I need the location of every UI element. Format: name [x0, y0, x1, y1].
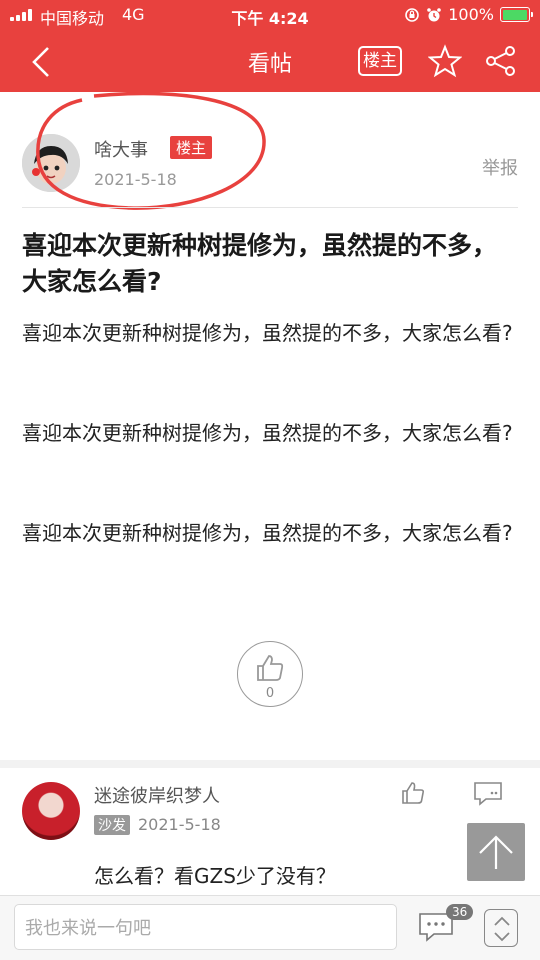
- post-paragraph: 喜迎本次更新种树提修为，虽然提的不多，大家怎么看?: [22, 521, 513, 545]
- floor-tag: 沙发: [94, 815, 130, 835]
- section-gap: [0, 760, 540, 768]
- star-icon[interactable]: [428, 44, 462, 78]
- alarm-icon: [427, 7, 442, 21]
- comment-count-badge: 36: [446, 904, 474, 920]
- comment-date: 2021-5-18: [138, 815, 221, 834]
- post-paragraph: 喜迎本次更新种树提修为，虽然提的不多，大家怎么看?: [22, 321, 513, 345]
- nav-bar: 看帖 楼主: [0, 30, 540, 92]
- like-button[interactable]: 0: [237, 641, 303, 707]
- comment-input[interactable]: 我也来说一句吧: [14, 904, 397, 950]
- arrow-up-icon: [479, 835, 513, 869]
- comment-item: 迷途彼岸织梦人 沙发 2021-5-18 怎么看？看GZS少了没有？: [0, 768, 540, 898]
- divider: [22, 207, 518, 208]
- thumbs-up-icon: [257, 655, 284, 681]
- like-count: 0: [265, 686, 275, 701]
- commenter-avatar[interactable]: [22, 782, 80, 840]
- header: 中国移动 4G 下午 4:24 100% 看帖 楼主: [0, 0, 540, 92]
- battery-percent: 100%: [448, 5, 494, 24]
- page-jump-button[interactable]: [484, 909, 518, 947]
- commenter-name[interactable]: 迷途彼岸织梦人: [94, 782, 220, 808]
- battery-icon: [500, 7, 533, 22]
- scroll-to-top-button[interactable]: [467, 823, 525, 881]
- author-row: 啥大事 楼主 2021-5-18 举报: [0, 92, 540, 210]
- up-down-icon: [494, 916, 510, 942]
- reply-icon[interactable]: [472, 780, 504, 806]
- bottom-bar: 我也来说一句吧 36: [0, 895, 540, 960]
- post-paragraph: 喜迎本次更新种树提修为，虽然提的不多，大家怎么看?: [22, 421, 513, 445]
- comment-text: 怎么看？看GZS少了没有？: [94, 864, 336, 888]
- status-right: 100%: [404, 5, 533, 24]
- share-icon[interactable]: [484, 44, 518, 78]
- post-title: 喜迎本次更新种树提修为，虽然提的不多，大家怎么看?: [22, 231, 498, 296]
- owner-only-button[interactable]: 楼主: [358, 46, 402, 76]
- report-link[interactable]: 举报: [482, 154, 518, 180]
- annotation-circle: [36, 92, 266, 210]
- orientation-lock-icon: [405, 7, 420, 22]
- comment-like-icon[interactable]: [400, 780, 426, 806]
- status-bar: 中国移动 4G 下午 4:24 100%: [0, 0, 540, 30]
